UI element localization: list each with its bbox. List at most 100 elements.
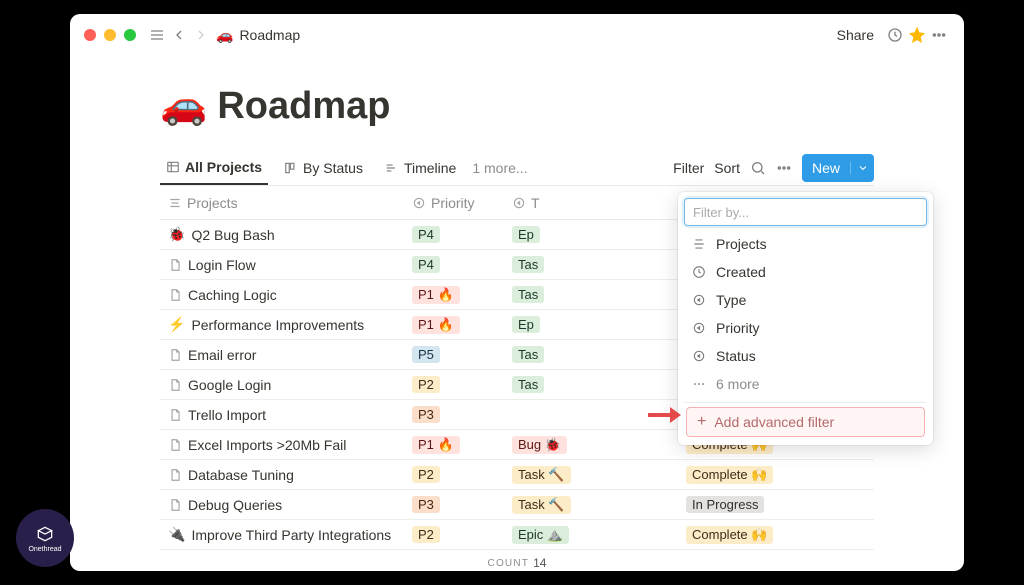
page-icon bbox=[168, 408, 182, 422]
row-title: Login Flow bbox=[188, 257, 256, 273]
count-label: COUNT bbox=[488, 558, 530, 569]
type-tag: Tas bbox=[512, 376, 544, 393]
select-icon bbox=[412, 196, 426, 210]
nav-forward-icon[interactable] bbox=[190, 24, 212, 46]
filter-option-projects[interactable]: Projects bbox=[684, 230, 927, 258]
page-title-text: Roadmap bbox=[217, 85, 390, 128]
type-tag: Task 🔨 bbox=[512, 496, 571, 514]
row-emoji: 🐞 bbox=[168, 226, 185, 243]
status-badge: Complete 🙌 bbox=[686, 466, 773, 484]
chevron-down-icon[interactable] bbox=[850, 162, 874, 174]
filter-option-status[interactable]: Status bbox=[684, 342, 927, 370]
search-icon[interactable] bbox=[750, 160, 766, 176]
column-projects[interactable]: Projects bbox=[160, 195, 404, 211]
priority-tag: P1 🔥 bbox=[412, 436, 460, 454]
type-tag: Epic ⛰️ bbox=[512, 526, 569, 544]
nav-back-icon[interactable] bbox=[168, 24, 190, 46]
filter-search-input[interactable] bbox=[684, 198, 927, 226]
brand-name: Onethread bbox=[28, 546, 61, 553]
updates-icon[interactable] bbox=[884, 24, 906, 46]
filter-button[interactable]: Filter bbox=[673, 160, 704, 176]
window-close[interactable] bbox=[84, 29, 96, 41]
status-badge: In Progress bbox=[686, 496, 764, 513]
filter-option-more[interactable]: 6 more bbox=[684, 370, 927, 398]
select-icon bbox=[692, 321, 706, 335]
row-title: Caching Logic bbox=[188, 287, 277, 303]
hamburger-icon[interactable] bbox=[146, 24, 168, 46]
column-label: Priority bbox=[431, 195, 475, 211]
priority-tag: P4 bbox=[412, 256, 440, 273]
window-minimize[interactable] bbox=[104, 29, 116, 41]
view-options-icon[interactable] bbox=[776, 160, 792, 176]
type-tag: Tas bbox=[512, 256, 544, 273]
window-zoom[interactable] bbox=[124, 29, 136, 41]
tab-label: All Projects bbox=[185, 159, 262, 175]
count-value: 14 bbox=[533, 556, 546, 570]
page-icon bbox=[168, 468, 182, 482]
page-emoji[interactable]: 🚗 bbox=[160, 84, 207, 128]
type-tag: Tas bbox=[512, 286, 544, 303]
breadcrumb-title: Roadmap bbox=[239, 27, 300, 43]
annotation-arrow bbox=[648, 406, 682, 429]
tab-timeline[interactable]: Timeline bbox=[379, 150, 462, 185]
filter-option-type[interactable]: Type bbox=[684, 286, 927, 314]
new-button-label: New bbox=[802, 160, 850, 176]
type-tag: Tas bbox=[512, 346, 544, 363]
priority-tag: P1 🔥 bbox=[412, 286, 460, 304]
advanced-filter-label: Add advanced filter bbox=[714, 414, 834, 430]
clock-icon bbox=[692, 265, 706, 279]
text-icon bbox=[692, 237, 706, 251]
filter-option-label: Type bbox=[716, 292, 746, 308]
share-button[interactable]: Share bbox=[837, 27, 874, 43]
row-title: Database Tuning bbox=[188, 467, 294, 483]
type-tag: Bug 🐞 bbox=[512, 436, 567, 454]
filter-option-created[interactable]: Created bbox=[684, 258, 927, 286]
row-title: Improve Third Party Integrations bbox=[191, 527, 391, 543]
column-type[interactable]: T bbox=[504, 195, 678, 211]
select-icon bbox=[512, 196, 526, 210]
plus-icon: + bbox=[697, 414, 706, 430]
select-icon bbox=[692, 349, 706, 363]
priority-tag: P1 🔥 bbox=[412, 316, 460, 334]
type-tag: Ep bbox=[512, 316, 540, 333]
tab-by-status[interactable]: By Status bbox=[278, 150, 369, 185]
tabs-more[interactable]: 1 more... bbox=[472, 160, 527, 176]
priority-tag: P4 bbox=[412, 226, 440, 243]
page-icon bbox=[168, 498, 182, 512]
priority-tag: P5 bbox=[412, 346, 440, 363]
priority-tag: P3 bbox=[412, 496, 440, 513]
breadcrumb[interactable]: 🚗 Roadmap bbox=[216, 27, 300, 44]
board-icon bbox=[284, 161, 298, 175]
filter-option-label: Projects bbox=[716, 236, 767, 252]
filter-option-label: 6 more bbox=[716, 376, 760, 392]
timeline-icon bbox=[385, 161, 399, 175]
row-title: Email error bbox=[188, 347, 256, 363]
table-row[interactable]: Debug Queries P3 Task 🔨 In Progress bbox=[160, 490, 874, 520]
type-tag: Ep bbox=[512, 226, 540, 243]
row-title: Performance Improvements bbox=[191, 317, 364, 333]
column-label: Projects bbox=[187, 195, 238, 211]
priority-tag: P2 bbox=[412, 376, 440, 393]
page-icon bbox=[168, 288, 182, 302]
text-icon bbox=[168, 196, 182, 210]
filter-option-priority[interactable]: Priority bbox=[684, 314, 927, 342]
page-icon bbox=[168, 348, 182, 362]
priority-tag: P2 bbox=[412, 466, 440, 483]
row-emoji: 🔌 bbox=[168, 526, 185, 543]
row-title: Google Login bbox=[188, 377, 271, 393]
tab-label: By Status bbox=[303, 160, 363, 176]
table-row[interactable]: Database Tuning P2 Task 🔨 Complete 🙌 bbox=[160, 460, 874, 490]
column-label: T bbox=[531, 195, 540, 211]
filter-option-label: Priority bbox=[716, 320, 760, 336]
new-button[interactable]: New bbox=[802, 154, 874, 182]
breadcrumb-emoji: 🚗 bbox=[216, 27, 233, 44]
filter-popover: Projects Created Type Priority Status 6 … bbox=[678, 192, 933, 445]
row-title: Trello Import bbox=[188, 407, 266, 423]
sort-button[interactable]: Sort bbox=[714, 160, 740, 176]
tab-all-projects[interactable]: All Projects bbox=[160, 150, 268, 185]
more-icon[interactable] bbox=[928, 24, 950, 46]
table-row[interactable]: 🔌Improve Third Party Integrations P2 Epi… bbox=[160, 520, 874, 550]
column-priority[interactable]: Priority bbox=[404, 195, 504, 211]
star-icon[interactable] bbox=[906, 24, 928, 46]
add-advanced-filter-button[interactable]: + Add advanced filter bbox=[686, 407, 925, 437]
